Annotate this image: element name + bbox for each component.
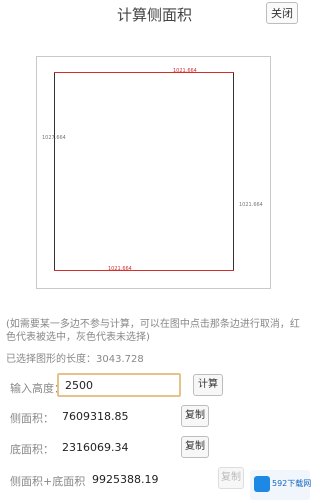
- copy-base-button[interactable]: 复制: [181, 436, 209, 458]
- bottom-edge-label[interactable]: 1021.664: [108, 266, 132, 272]
- base-area-value: 2316069.34: [62, 441, 129, 454]
- right-edge-label[interactable]: 1021.664: [239, 202, 263, 208]
- watermark-text: 592下载网: [272, 479, 312, 488]
- page-title: 计算侧面积: [116, 6, 192, 24]
- base-area-label: 底面积：: [10, 443, 54, 456]
- height-input[interactable]: [57, 373, 181, 397]
- polygon-shape: [54, 72, 234, 271]
- bottom-edge[interactable]: [54, 270, 234, 271]
- selected-length-text: 已选择图形的长度：3043.728: [6, 354, 144, 365]
- close-button[interactable]: 关闭: [266, 2, 298, 24]
- left-edge-label[interactable]: 1027.664: [42, 135, 66, 141]
- calculate-button[interactable]: 计算: [193, 374, 223, 396]
- lateral-area-label: 侧面积：: [10, 412, 54, 425]
- total-area-label: 侧面积+底面积: [10, 475, 86, 488]
- watermark-logo-icon: [254, 476, 270, 492]
- copy-total-button[interactable]: 复制: [218, 467, 244, 489]
- total-area-value: 9925388.19: [92, 473, 159, 486]
- top-edge-label[interactable]: 1021.664: [173, 68, 197, 74]
- instruction-hint: (如需要某一多边不参与计算，可以在图中点击那条边进行取消，红色代表被选中，灰色代…: [6, 319, 300, 343]
- copy-lateral-button[interactable]: 复制: [181, 405, 209, 427]
- site-watermark: 592下载网: [250, 470, 312, 500]
- lateral-area-value: 7609318.85: [62, 410, 129, 423]
- top-edge[interactable]: [54, 72, 234, 73]
